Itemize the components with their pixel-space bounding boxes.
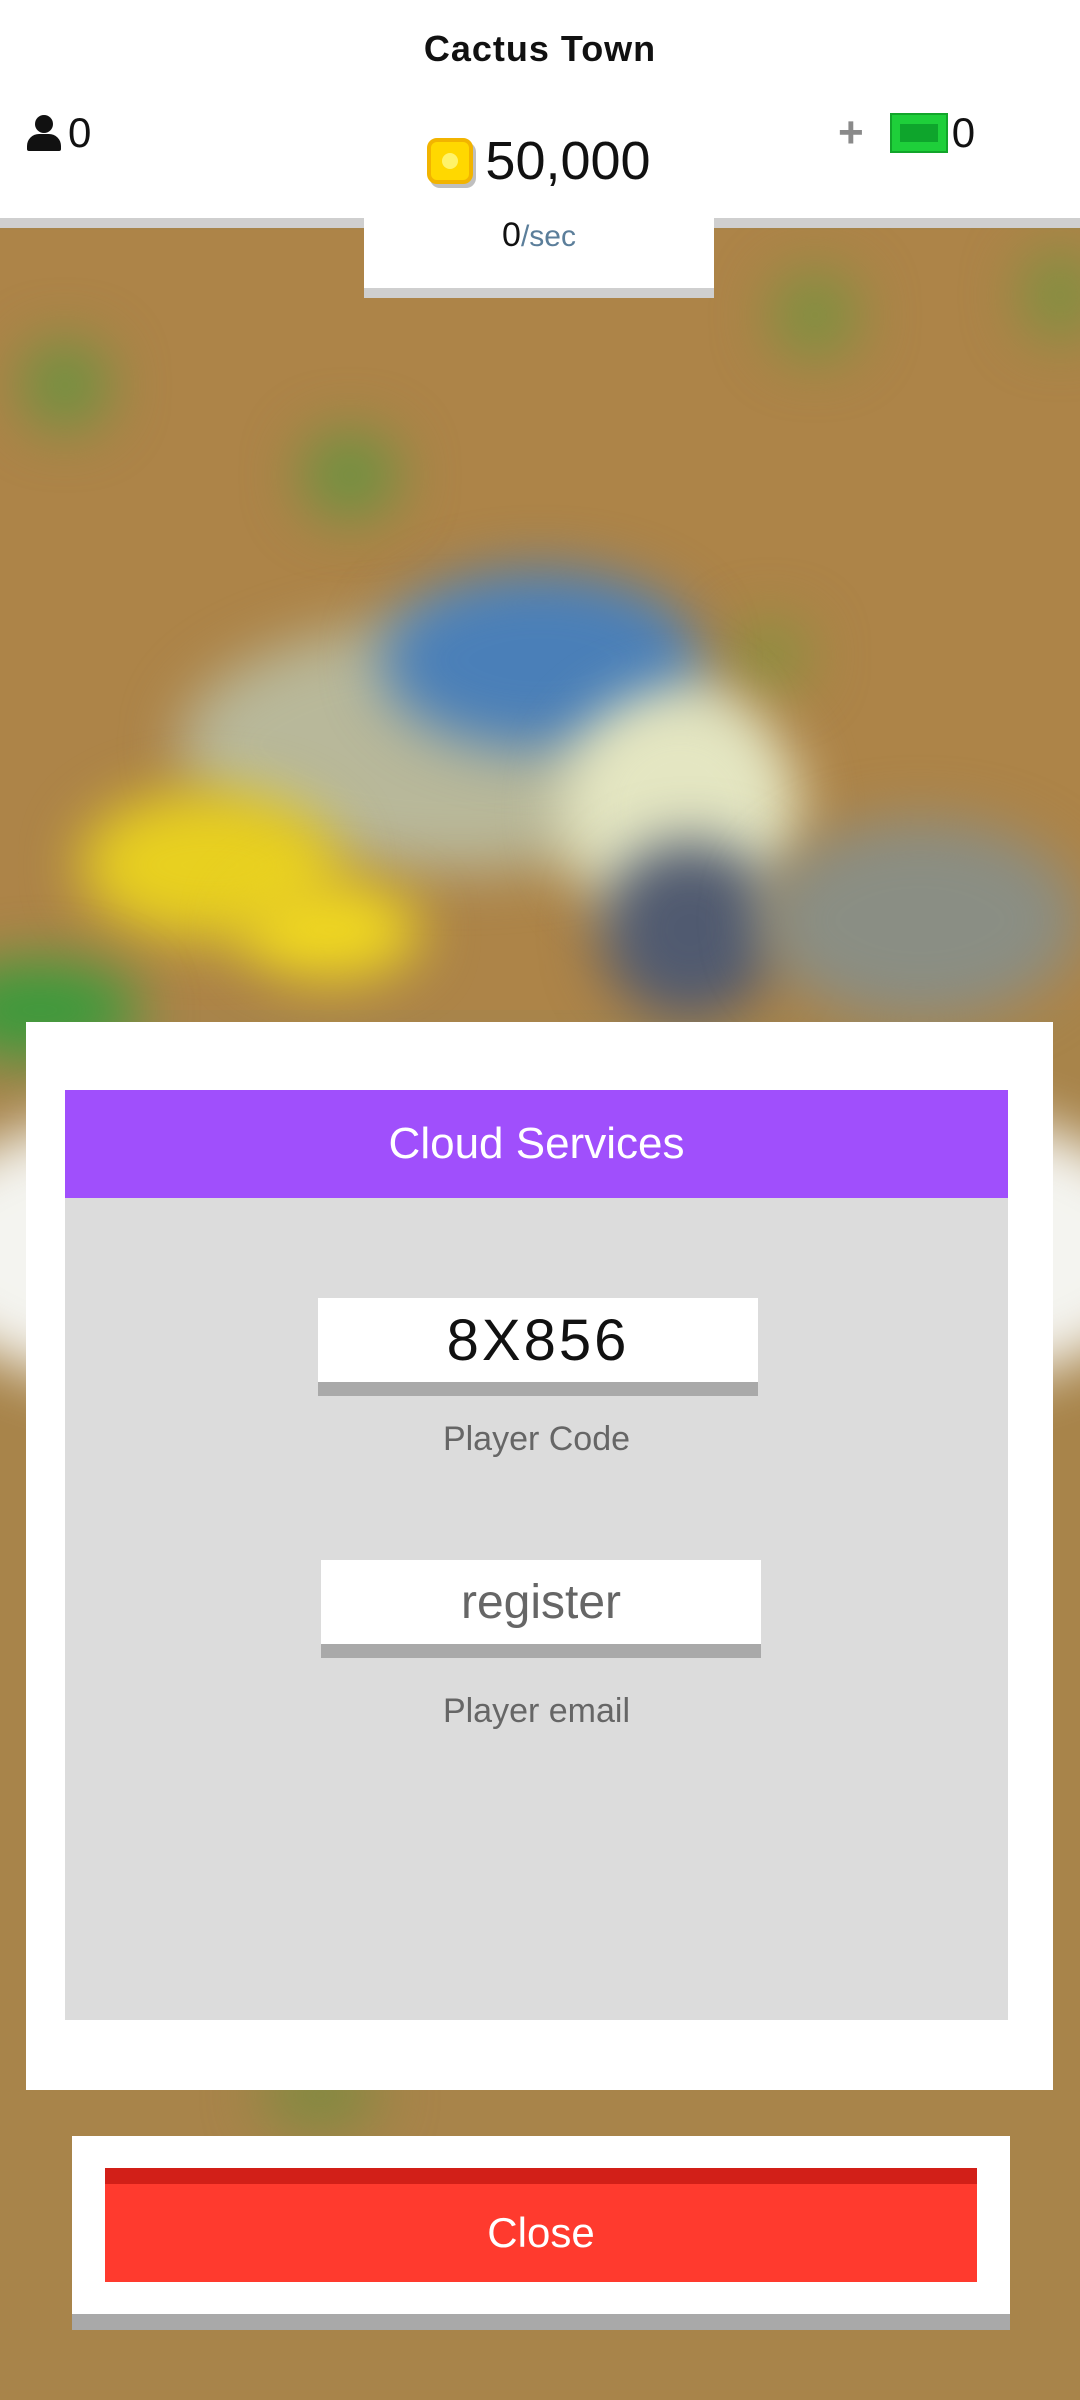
player-code-field[interactable]: 8X856 [318, 1298, 758, 1396]
player-email-field[interactable]: register [321, 1560, 761, 1658]
cash-counter: + 0 [838, 108, 975, 158]
town-name: Cactus Town [423, 28, 657, 69]
population-value: 0 [68, 109, 92, 156]
coin-counter: 50,000 [364, 130, 714, 192]
income-rate: 0/sec [364, 216, 714, 255]
dialog-title: Cloud Services [65, 1090, 1008, 1198]
rate-unit: /sec [520, 220, 576, 253]
coin-panel: 50,000 0/sec [364, 120, 714, 298]
rate-value: 0 [502, 216, 521, 254]
cash-value: 0 [951, 109, 976, 156]
player-code-label: Player Code [442, 1420, 631, 1458]
cloud-services-dialog: Cloud Services 8X856 Player Code registe… [26, 1022, 1053, 2090]
person-icon [26, 115, 62, 151]
coin-icon [427, 138, 474, 184]
player-email-label: Player email [442, 1692, 631, 1730]
dialog-body: 8X856 Player Code register Player email [65, 1198, 1008, 2020]
coin-value: 50,000 [485, 131, 651, 191]
close-button[interactable]: Close [105, 2168, 977, 2282]
population-counter: 0 [26, 108, 91, 158]
close-button-container: Close [72, 2136, 1010, 2330]
add-cash-button[interactable]: + [838, 111, 864, 155]
banknote-icon [889, 113, 948, 153]
